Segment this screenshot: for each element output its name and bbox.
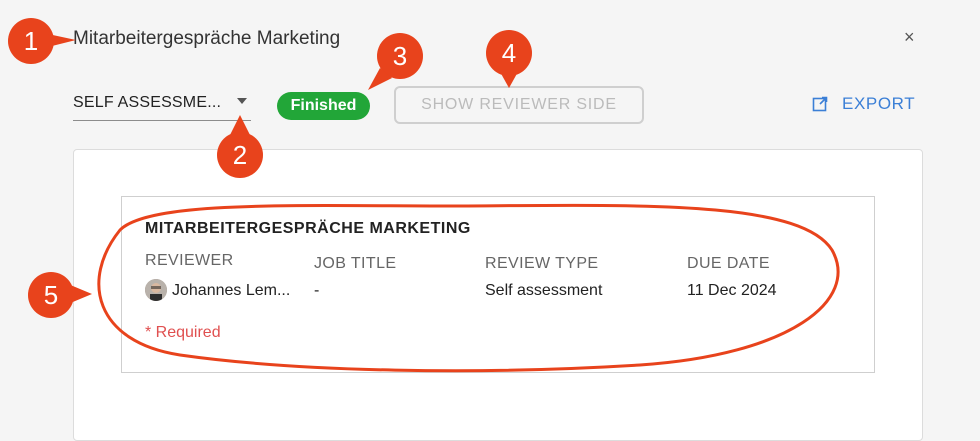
callout-2: 2 bbox=[217, 132, 263, 178]
callout-2-pointer bbox=[230, 115, 250, 135]
callout-3-pointer bbox=[368, 68, 392, 90]
callout-4-pointer bbox=[499, 70, 519, 88]
callout-5-pointer bbox=[68, 284, 92, 304]
callout-1-pointer bbox=[48, 34, 76, 47]
